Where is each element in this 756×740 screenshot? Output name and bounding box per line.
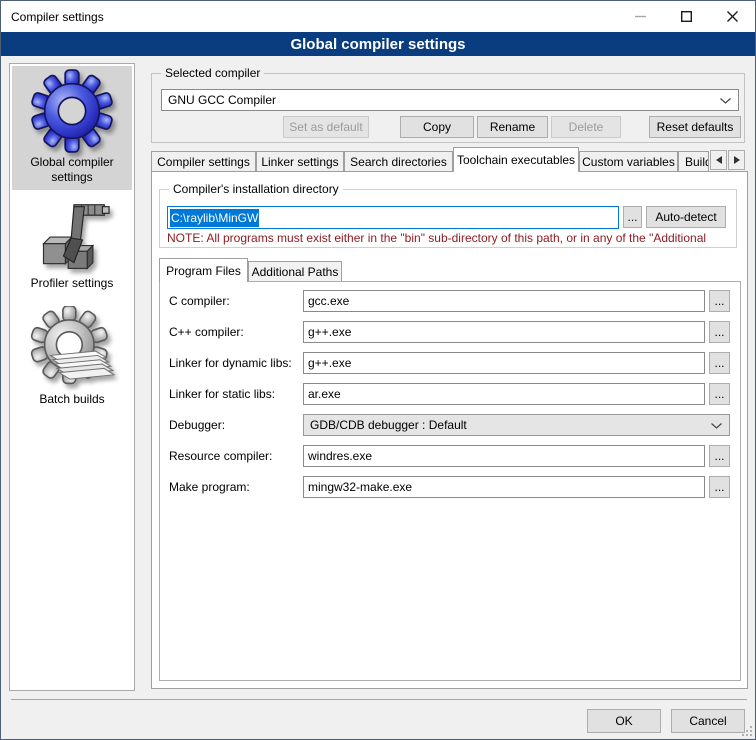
sidebar-item-label: Global compiler settings xyxy=(22,155,122,185)
dynamic-linker-input[interactable] xyxy=(303,352,705,374)
tab-scroll-right-button[interactable] xyxy=(728,150,745,170)
tab-search-directories[interactable]: Search directories xyxy=(344,151,453,172)
chevron-down-icon xyxy=(720,98,731,104)
debugger-select-value: GDB/CDB debugger : Default xyxy=(310,418,467,432)
install-dir-input[interactable]: C:\raylib\MinGW xyxy=(167,206,619,229)
browse-button[interactable]: ... xyxy=(623,206,642,228)
sidebar: Global compiler settings xyxy=(9,63,135,691)
resource-compiler-input[interactable] xyxy=(303,445,705,467)
reset-defaults-button[interactable]: Reset defaults xyxy=(649,116,741,138)
close-button[interactable] xyxy=(709,1,755,32)
make-program-input[interactable] xyxy=(303,476,705,498)
right-arrow-icon xyxy=(734,156,740,164)
tab-scroll-left-button[interactable] xyxy=(710,150,727,170)
field-label: Linker for dynamic libs: xyxy=(169,352,292,374)
maximize-button[interactable] xyxy=(663,1,709,32)
tab-linker-settings[interactable]: Linker settings xyxy=(256,151,344,172)
field-label: C++ compiler: xyxy=(169,321,244,343)
left-arrow-icon xyxy=(716,156,722,164)
rename-button[interactable]: Rename xyxy=(477,116,548,138)
field-browse-button[interactable]: ... xyxy=(709,445,730,467)
window-title: Compiler settings xyxy=(1,10,104,24)
gray-gear-stack-icon xyxy=(29,306,115,392)
set-as-default-button: Set as default xyxy=(283,116,369,138)
blue-gear-icon xyxy=(30,69,114,153)
sidebar-item-label: Profiler settings xyxy=(12,276,132,291)
dialog-header-title: Global compiler settings xyxy=(290,36,465,53)
note-text: NOTE: All programs must exist either in … xyxy=(167,231,733,245)
sidebar-item-profiler-settings[interactable]: Profiler settings xyxy=(12,198,132,298)
subtab-additional-paths[interactable]: Additional Paths xyxy=(248,261,342,281)
maximize-icon xyxy=(681,11,692,22)
static-linker-input[interactable] xyxy=(303,383,705,405)
compiler-select-value: GNU GCC Compiler xyxy=(168,93,276,107)
field-browse-button[interactable]: ... xyxy=(709,321,730,343)
chevron-down-icon xyxy=(711,423,722,429)
field-label: C compiler: xyxy=(169,290,230,312)
compiler-select[interactable]: GNU GCC Compiler xyxy=(161,89,739,111)
resize-grip[interactable] xyxy=(740,724,752,736)
field-browse-button[interactable]: ... xyxy=(709,383,730,405)
dialog-header: Global compiler settings xyxy=(1,32,755,56)
sidebar-item-batch-builds[interactable]: Batch builds xyxy=(12,304,132,418)
field-label: Resource compiler: xyxy=(169,445,272,467)
selected-text: C:\raylib\MinGW xyxy=(170,209,259,227)
minimize-icon xyxy=(635,11,646,22)
footer-separator xyxy=(11,699,747,700)
tab-compiler-settings[interactable]: Compiler settings xyxy=(151,151,256,172)
cpp-compiler-input[interactable] xyxy=(303,321,705,343)
tab-custom-variables[interactable]: Custom variables xyxy=(579,151,678,172)
tab-toolchain-executables[interactable]: Toolchain executables xyxy=(453,147,579,172)
groupbox-legend: Selected compiler xyxy=(161,66,264,80)
tab-build-options[interactable]: Build xyxy=(678,151,709,172)
field-browse-button[interactable]: ... xyxy=(709,290,730,312)
compiler-settings-dialog: Compiler settings Global compiler settin… xyxy=(0,0,756,740)
subtab-program-files[interactable]: Program Files xyxy=(159,258,248,282)
autodetect-button[interactable]: Auto-detect xyxy=(646,206,726,228)
caliper-icon xyxy=(34,200,110,276)
field-browse-button[interactable]: ... xyxy=(709,352,730,374)
c-compiler-input[interactable] xyxy=(303,290,705,312)
groupbox-legend: Compiler's installation directory xyxy=(169,182,343,196)
sidebar-item-global-compiler-settings[interactable]: Global compiler settings xyxy=(12,66,132,190)
copy-button[interactable]: Copy xyxy=(400,116,474,138)
field-label: Linker for static libs: xyxy=(169,383,275,405)
close-icon xyxy=(727,11,738,22)
sidebar-item-label: Batch builds xyxy=(12,392,132,407)
debugger-select[interactable]: GDB/CDB debugger : Default xyxy=(303,414,730,436)
field-label: Debugger: xyxy=(169,414,225,436)
delete-button: Delete xyxy=(551,116,621,138)
cancel-button[interactable]: Cancel xyxy=(671,709,745,733)
field-browse-button[interactable]: ... xyxy=(709,476,730,498)
ok-button[interactable]: OK xyxy=(587,709,661,733)
field-label: Make program: xyxy=(169,476,250,498)
minimize-button[interactable] xyxy=(617,1,663,32)
